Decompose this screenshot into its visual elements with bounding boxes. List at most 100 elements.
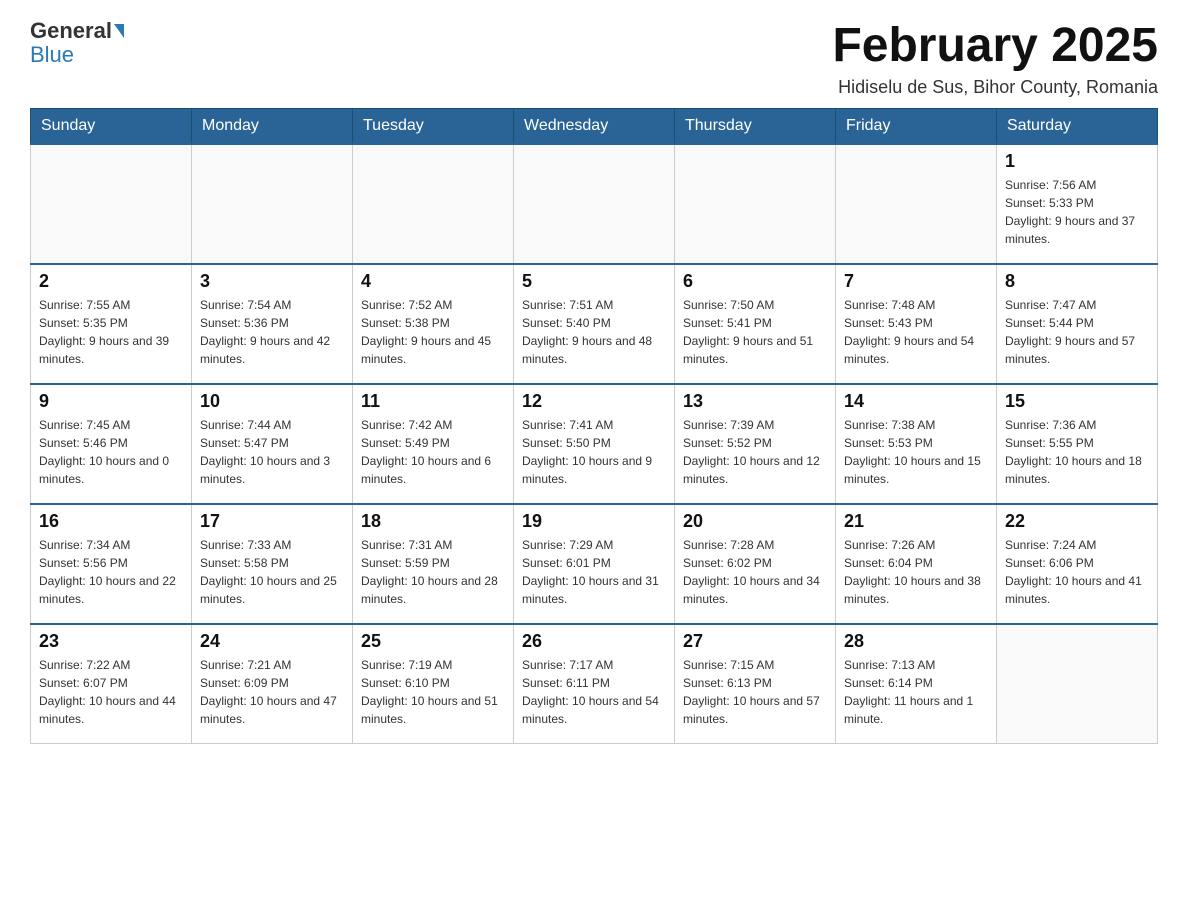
day-info: Sunrise: 7:56 AM Sunset: 5:33 PM Dayligh… <box>1005 176 1149 248</box>
calendar-day-cell <box>836 144 997 264</box>
day-number: 15 <box>1005 391 1149 412</box>
day-of-week-header: Thursday <box>675 108 836 144</box>
calendar-day-cell: 25 Sunrise: 7:19 AM Sunset: 6:10 PM Dayli… <box>353 624 514 744</box>
day-number: 16 <box>39 511 183 532</box>
day-info: Sunrise: 7:51 AM Sunset: 5:40 PM Dayligh… <box>522 296 666 368</box>
title-section: February 2025 Hidiselu de Sus, Bihor Cou… <box>832 20 1158 98</box>
day-info: Sunrise: 7:54 AM Sunset: 5:36 PM Dayligh… <box>200 296 344 368</box>
calendar-day-cell: 23 Sunrise: 7:22 AM Sunset: 6:07 PM Dayli… <box>31 624 192 744</box>
day-info: Sunrise: 7:38 AM Sunset: 5:53 PM Dayligh… <box>844 416 988 488</box>
day-number: 23 <box>39 631 183 652</box>
day-of-week-header: Friday <box>836 108 997 144</box>
day-number: 17 <box>200 511 344 532</box>
day-info: Sunrise: 7:39 AM Sunset: 5:52 PM Dayligh… <box>683 416 827 488</box>
calendar-day-cell: 24 Sunrise: 7:21 AM Sunset: 6:09 PM Dayli… <box>192 624 353 744</box>
day-info: Sunrise: 7:28 AM Sunset: 6:02 PM Dayligh… <box>683 536 827 608</box>
day-number: 12 <box>522 391 666 412</box>
day-info: Sunrise: 7:19 AM Sunset: 6:10 PM Dayligh… <box>361 656 505 728</box>
day-info: Sunrise: 7:45 AM Sunset: 5:46 PM Dayligh… <box>39 416 183 488</box>
day-of-week-header: Monday <box>192 108 353 144</box>
day-info: Sunrise: 7:13 AM Sunset: 6:14 PM Dayligh… <box>844 656 988 728</box>
calendar-day-cell: 4 Sunrise: 7:52 AM Sunset: 5:38 PM Daylig… <box>353 264 514 384</box>
calendar-day-cell: 20 Sunrise: 7:28 AM Sunset: 6:02 PM Dayli… <box>675 504 836 624</box>
calendar-day-cell: 5 Sunrise: 7:51 AM Sunset: 5:40 PM Daylig… <box>514 264 675 384</box>
calendar-day-cell <box>514 144 675 264</box>
day-number: 3 <box>200 271 344 292</box>
day-info: Sunrise: 7:50 AM Sunset: 5:41 PM Dayligh… <box>683 296 827 368</box>
page-header: General Blue February 2025 Hidiselu de S… <box>30 20 1158 98</box>
day-number: 4 <box>361 271 505 292</box>
day-info: Sunrise: 7:29 AM Sunset: 6:01 PM Dayligh… <box>522 536 666 608</box>
calendar-day-cell: 9 Sunrise: 7:45 AM Sunset: 5:46 PM Daylig… <box>31 384 192 504</box>
calendar-day-cell <box>997 624 1158 744</box>
calendar-day-cell <box>31 144 192 264</box>
day-number: 19 <box>522 511 666 532</box>
calendar-header: SundayMondayTuesdayWednesdayThursdayFrid… <box>31 108 1158 144</box>
day-info: Sunrise: 7:17 AM Sunset: 6:11 PM Dayligh… <box>522 656 666 728</box>
day-info: Sunrise: 7:15 AM Sunset: 6:13 PM Dayligh… <box>683 656 827 728</box>
day-number: 26 <box>522 631 666 652</box>
day-info: Sunrise: 7:36 AM Sunset: 5:55 PM Dayligh… <box>1005 416 1149 488</box>
day-number: 24 <box>200 631 344 652</box>
calendar-day-cell: 6 Sunrise: 7:50 AM Sunset: 5:41 PM Daylig… <box>675 264 836 384</box>
day-info: Sunrise: 7:34 AM Sunset: 5:56 PM Dayligh… <box>39 536 183 608</box>
calendar-day-cell: 8 Sunrise: 7:47 AM Sunset: 5:44 PM Daylig… <box>997 264 1158 384</box>
day-info: Sunrise: 7:22 AM Sunset: 6:07 PM Dayligh… <box>39 656 183 728</box>
day-info: Sunrise: 7:52 AM Sunset: 5:38 PM Dayligh… <box>361 296 505 368</box>
day-number: 8 <box>1005 271 1149 292</box>
day-info: Sunrise: 7:47 AM Sunset: 5:44 PM Dayligh… <box>1005 296 1149 368</box>
calendar-week-row: 1 Sunrise: 7:56 AM Sunset: 5:33 PM Daylig… <box>31 144 1158 264</box>
calendar-week-row: 9 Sunrise: 7:45 AM Sunset: 5:46 PM Daylig… <box>31 384 1158 504</box>
day-number: 6 <box>683 271 827 292</box>
calendar-day-cell: 3 Sunrise: 7:54 AM Sunset: 5:36 PM Daylig… <box>192 264 353 384</box>
day-info: Sunrise: 7:41 AM Sunset: 5:50 PM Dayligh… <box>522 416 666 488</box>
day-info: Sunrise: 7:31 AM Sunset: 5:59 PM Dayligh… <box>361 536 505 608</box>
calendar-title: February 2025 <box>832 20 1158 73</box>
calendar-week-row: 23 Sunrise: 7:22 AM Sunset: 6:07 PM Dayli… <box>31 624 1158 744</box>
day-number: 25 <box>361 631 505 652</box>
calendar-day-cell: 18 Sunrise: 7:31 AM Sunset: 5:59 PM Dayli… <box>353 504 514 624</box>
calendar-day-cell: 17 Sunrise: 7:33 AM Sunset: 5:58 PM Dayli… <box>192 504 353 624</box>
calendar-day-cell: 7 Sunrise: 7:48 AM Sunset: 5:43 PM Daylig… <box>836 264 997 384</box>
calendar-day-cell: 2 Sunrise: 7:55 AM Sunset: 5:35 PM Daylig… <box>31 264 192 384</box>
day-info: Sunrise: 7:48 AM Sunset: 5:43 PM Dayligh… <box>844 296 988 368</box>
day-number: 2 <box>39 271 183 292</box>
day-number: 20 <box>683 511 827 532</box>
calendar-day-cell: 1 Sunrise: 7:56 AM Sunset: 5:33 PM Daylig… <box>997 144 1158 264</box>
day-info: Sunrise: 7:44 AM Sunset: 5:47 PM Dayligh… <box>200 416 344 488</box>
day-info: Sunrise: 7:55 AM Sunset: 5:35 PM Dayligh… <box>39 296 183 368</box>
calendar-day-cell: 19 Sunrise: 7:29 AM Sunset: 6:01 PM Dayli… <box>514 504 675 624</box>
day-number: 21 <box>844 511 988 532</box>
calendar-table: SundayMondayTuesdayWednesdayThursdayFrid… <box>30 108 1158 745</box>
calendar-day-cell: 15 Sunrise: 7:36 AM Sunset: 5:55 PM Dayli… <box>997 384 1158 504</box>
day-number: 9 <box>39 391 183 412</box>
calendar-day-cell: 22Sunrise: 7:24 AM Sunset: 6:06 PM Dayli… <box>997 504 1158 624</box>
days-of-week-row: SundayMondayTuesdayWednesdayThursdayFrid… <box>31 108 1158 144</box>
day-number: 7 <box>844 271 988 292</box>
calendar-day-cell: 12 Sunrise: 7:41 AM Sunset: 5:50 PM Dayli… <box>514 384 675 504</box>
day-number: 10 <box>200 391 344 412</box>
logo-arrow-icon <box>114 24 124 38</box>
day-number: 28 <box>844 631 988 652</box>
calendar-day-cell <box>192 144 353 264</box>
day-info: Sunrise: 7:33 AM Sunset: 5:58 PM Dayligh… <box>200 536 344 608</box>
calendar-day-cell: 14Sunrise: 7:38 AM Sunset: 5:53 PM Dayli… <box>836 384 997 504</box>
day-number: 1 <box>1005 151 1149 172</box>
calendar-day-cell: 21Sunrise: 7:26 AM Sunset: 6:04 PM Dayli… <box>836 504 997 624</box>
calendar-day-cell: 13 Sunrise: 7:39 AM Sunset: 5:52 PM Dayli… <box>675 384 836 504</box>
calendar-week-row: 2 Sunrise: 7:55 AM Sunset: 5:35 PM Daylig… <box>31 264 1158 384</box>
calendar-day-cell <box>675 144 836 264</box>
day-number: 18 <box>361 511 505 532</box>
day-number: 5 <box>522 271 666 292</box>
calendar-day-cell: 28 Sunrise: 7:13 AM Sunset: 6:14 PM Dayli… <box>836 624 997 744</box>
calendar-day-cell: 27Sunrise: 7:15 AM Sunset: 6:13 PM Dayli… <box>675 624 836 744</box>
calendar-day-cell <box>353 144 514 264</box>
day-number: 11 <box>361 391 505 412</box>
day-number: 13 <box>683 391 827 412</box>
day-of-week-header: Wednesday <box>514 108 675 144</box>
logo-blue-text: Blue <box>30 42 74 68</box>
calendar-day-cell: 11Sunrise: 7:42 AM Sunset: 5:49 PM Dayli… <box>353 384 514 504</box>
calendar-subtitle: Hidiselu de Sus, Bihor County, Romania <box>832 77 1158 98</box>
day-of-week-header: Saturday <box>997 108 1158 144</box>
day-info: Sunrise: 7:21 AM Sunset: 6:09 PM Dayligh… <box>200 656 344 728</box>
